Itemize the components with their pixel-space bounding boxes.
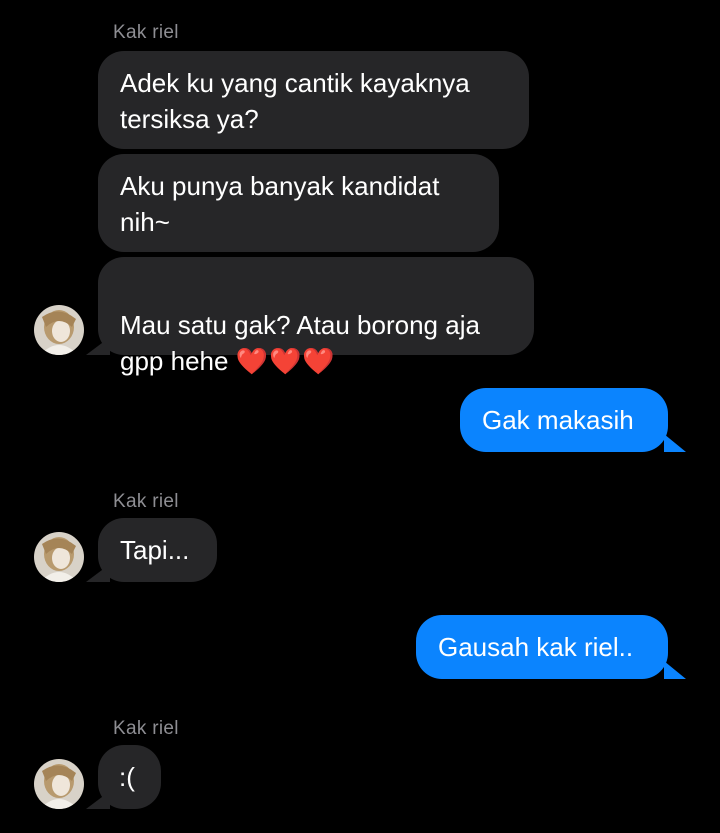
avatar[interactable]: [34, 759, 84, 809]
bubble-tail: [86, 337, 110, 355]
avatar[interactable]: [34, 532, 84, 582]
sender-name: Kak riel: [113, 718, 179, 739]
bubble-tail: [86, 791, 110, 809]
sender-name: Kak riel: [113, 491, 179, 512]
sender-name: Kak riel: [113, 22, 179, 43]
message-bubble-incoming[interactable]: Mau satu gak? Atau borong aja gpp hehe ❤…: [98, 257, 534, 376]
message-bubble-outgoing[interactable]: Gak makasih: [460, 388, 668, 452]
message-bubble-outgoing[interactable]: Gausah kak riel..: [416, 615, 668, 679]
bubble-tail: [86, 564, 110, 582]
avatar[interactable]: [34, 305, 84, 355]
bubble-tail: [664, 661, 686, 679]
bubble-tail: [664, 434, 686, 452]
message-bubble-incoming[interactable]: Adek ku yang cantik kayaknya tersiksa ya…: [98, 51, 529, 149]
message-bubble-incoming[interactable]: Tapi...: [98, 518, 217, 582]
heart-icon: ❤️❤️❤️: [235, 346, 336, 376]
message-bubble-incoming[interactable]: Aku punya banyak kandidat nih~: [98, 154, 499, 252]
